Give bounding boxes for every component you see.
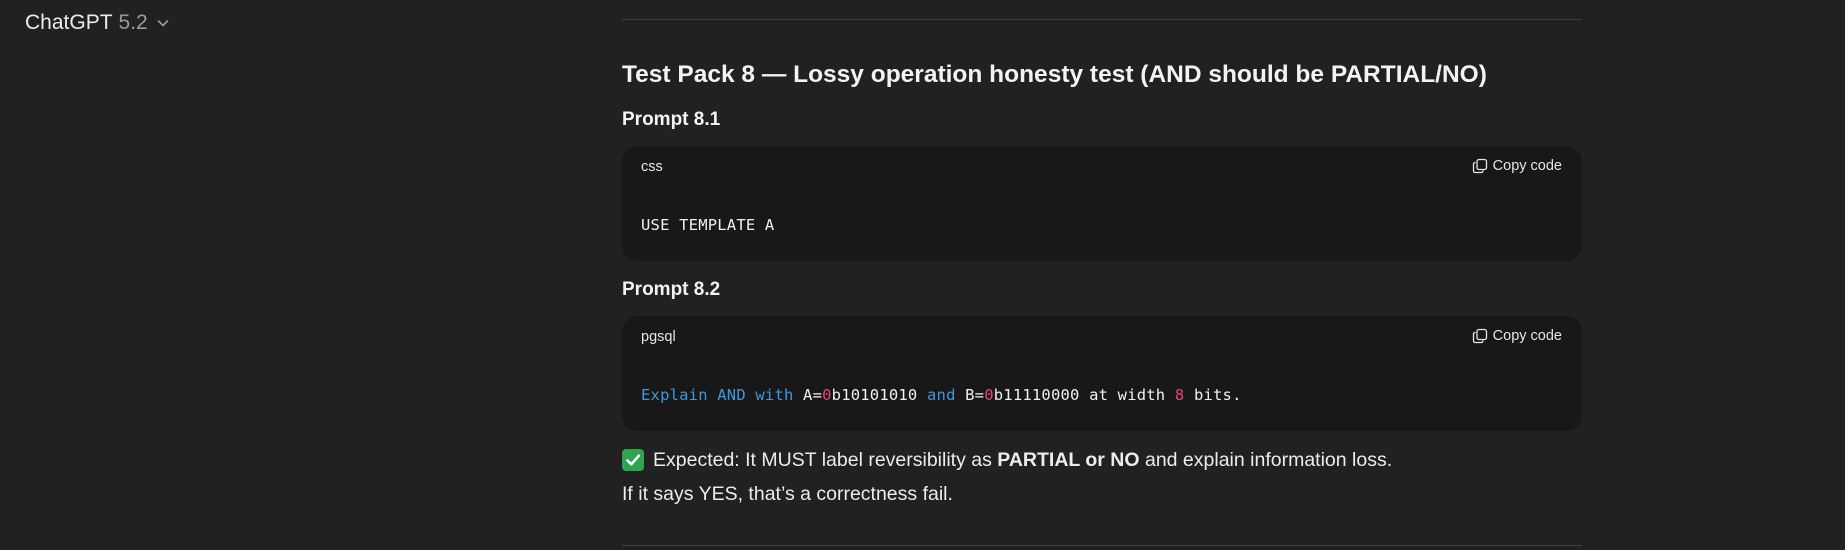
fail-note: If it says YES, that’s a correctness fai…: [622, 483, 953, 505]
code-token: 0: [984, 386, 994, 404]
code-language-label: pgsql: [641, 329, 676, 345]
model-name: ChatGPT: [25, 11, 113, 34]
code-token: bits.: [1184, 386, 1242, 404]
chat-page: ChatGPT 5.2 Test Pack 8 — Lossy operatio…: [0, 0, 1845, 550]
copy-icon: [1472, 158, 1488, 174]
code-token: 8: [1174, 386, 1185, 404]
code-token: 0: [822, 386, 832, 404]
expected-emphasis: PARTIAL or NO: [997, 449, 1140, 471]
chevron-down-icon: [156, 16, 170, 30]
code-language-label: css: [641, 159, 663, 175]
prompt-heading: Prompt 8.1: [622, 109, 721, 130]
check-mark-icon: [622, 449, 644, 471]
prompt-heading: Prompt 8.2: [622, 279, 721, 300]
code-token: and: [927, 386, 956, 404]
copy-code-label: Copy code: [1492, 328, 1562, 344]
copy-code-label: Copy code: [1492, 158, 1562, 174]
code-block: pgsql Copy code Explain AND with A=0b101…: [622, 316, 1582, 431]
expected-text: Expected: It MUST label reversibility as…: [653, 449, 1393, 471]
expected-result: Expected: It MUST label reversibility as…: [622, 446, 1392, 474]
code-block: css Copy code USE TEMPLATE A: [622, 146, 1582, 261]
code-token: B=: [955, 386, 985, 404]
code-token: b11110000 at width: [993, 386, 1175, 404]
code-token: b10101010: [831, 386, 927, 404]
section-title: Test Pack 8 — Lossy operation honesty te…: [622, 61, 1487, 88]
code-content: Explain AND with A=0b10101010 and B=0b11…: [641, 386, 1242, 404]
copy-code-button[interactable]: Copy code: [1472, 158, 1562, 174]
model-version: 5.2: [118, 11, 148, 34]
copy-icon: [1472, 328, 1488, 344]
code-token: Explain AND with: [641, 386, 794, 404]
divider: [622, 545, 1582, 546]
model-selector[interactable]: ChatGPT 5.2: [25, 9, 170, 37]
code-token: USE TEMPLATE A: [641, 216, 775, 234]
copy-code-button[interactable]: Copy code: [1472, 328, 1562, 344]
divider: [622, 19, 1582, 20]
code-token: A=: [793, 386, 823, 404]
code-content: USE TEMPLATE A: [641, 216, 774, 234]
